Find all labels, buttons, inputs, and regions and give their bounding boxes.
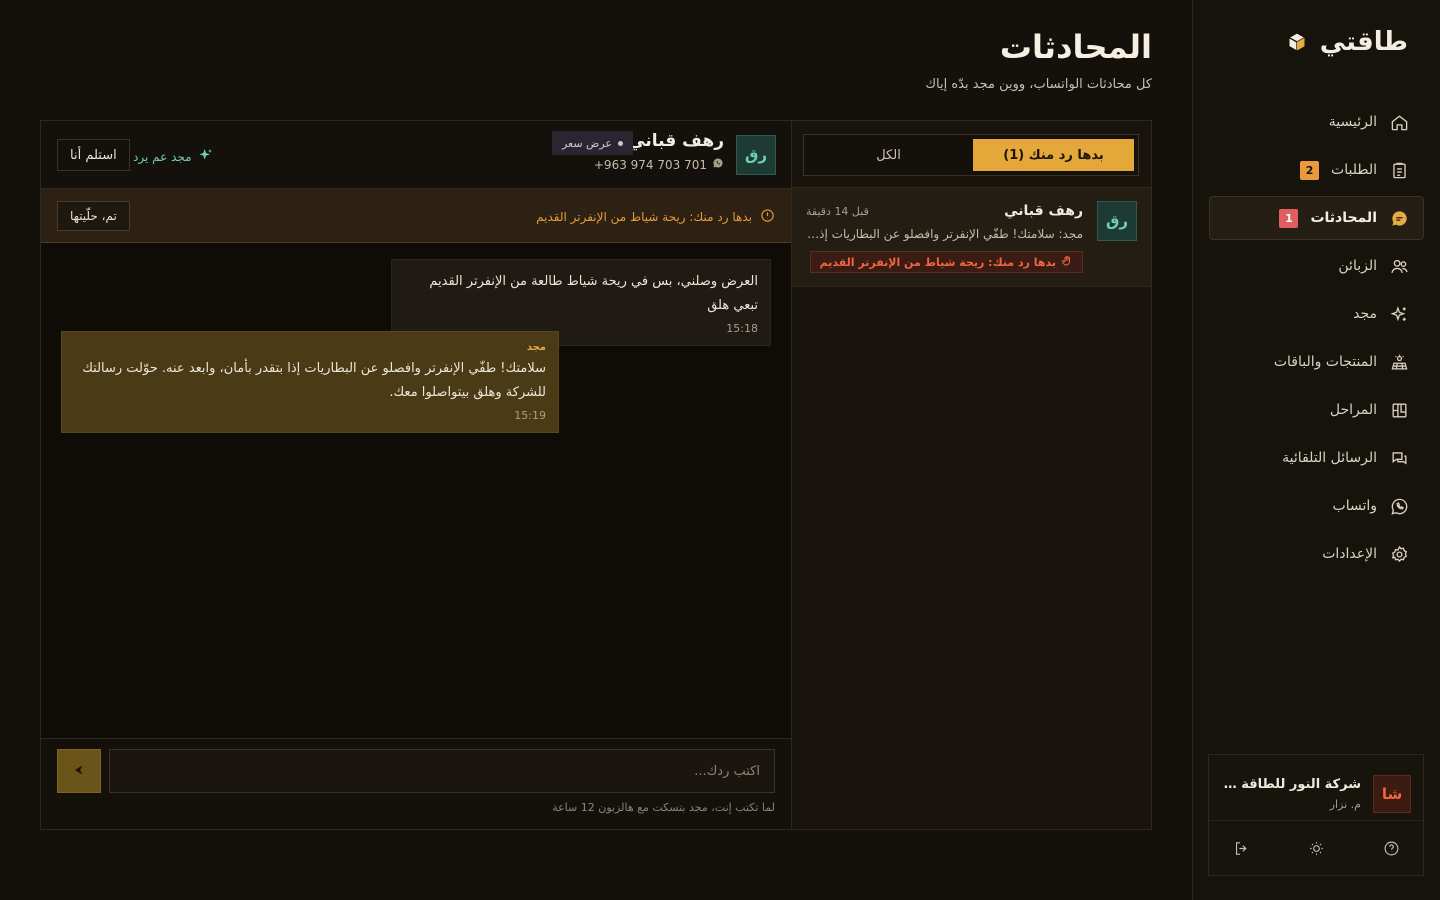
avatar: رق (1097, 201, 1137, 241)
sidebar-item-auto-messages[interactable]: الرسائل التلقائية (1209, 436, 1424, 480)
sparkle-icon (198, 147, 214, 166)
sidebar-item-customers[interactable]: الزبائن (1209, 244, 1424, 288)
conversation-time: قبل 14 دقيقة (806, 205, 869, 218)
conversation-preview: مجد: سلامتك! طفّي الإنفرتر وافصلو عن الب… (807, 227, 1083, 241)
sidebar-item-orders[interactable]: الطلبات 2 (1209, 148, 1424, 192)
sidebar-item-majd[interactable]: مجد (1209, 292, 1424, 336)
sidebar-item-stages[interactable]: المراحل (1209, 388, 1424, 432)
gear-icon (1389, 544, 1409, 564)
sidebar-item-label: الإعدادات (1322, 546, 1377, 562)
sidebar-item-label: المنتجات والباقات (1273, 354, 1377, 370)
reply-input[interactable] (109, 749, 775, 793)
org-name: شركة النور للطاقة الشمسية (1221, 776, 1361, 792)
org-card: شا شركة النور للطاقة الشمسية م. نزار (1208, 754, 1424, 876)
send-button[interactable] (57, 749, 101, 793)
page-title: المحادثات (999, 28, 1152, 66)
sidebar-item-label: الرسائل التلقائية (1282, 450, 1377, 466)
sidebar-item-home[interactable]: الرئيسية (1209, 100, 1424, 144)
outgoing-message: مجد سلامتك! طفّي الإنفرتر وافصلو عن البط… (61, 331, 559, 433)
ai-status-label: مجد عم يرد (133, 149, 192, 164)
send-icon (72, 762, 86, 781)
sidebar-item-products[interactable]: المنتجات والباقات (1209, 340, 1424, 384)
sidebar: طاقتي الرئيسية الطلبات 2 المحادثات 1 الز… (1192, 0, 1440, 900)
sidebar-nav: الرئيسية الطلبات 2 المحادثات 1 الزبائن م… (1209, 100, 1424, 580)
conversation-tabs: بدها رد منك (1) الكل (803, 134, 1139, 176)
chat-header: رق رهف قباني عرض سعر +963 974 703 701 مج… (41, 121, 791, 189)
conversation-name: رهف قباني (1004, 203, 1083, 219)
resolve-button[interactable]: تم، حلّيتها (57, 201, 130, 231)
clipboard-icon (1389, 160, 1409, 180)
sidebar-item-label: الزبائن (1338, 258, 1377, 274)
home-icon (1389, 112, 1409, 132)
kanban-icon (1389, 400, 1409, 420)
alert-circle-icon (760, 208, 775, 226)
sidebar-item-whatsapp[interactable]: واتساب (1209, 484, 1424, 528)
org-info[interactable]: شا شركة النور للطاقة الشمسية م. نزار (1209, 755, 1423, 821)
sidebar-item-label: الرئيسية (1328, 114, 1377, 130)
reply-composer: لما تكتب إنت، مجد بتسكت مع هالزبون 12 سا… (41, 738, 791, 829)
org-avatar: شا (1373, 774, 1411, 813)
hand-icon (1061, 255, 1073, 270)
preview-sender: مجد: (1058, 227, 1083, 241)
claim-conversation-button[interactable]: استلم أنا (57, 139, 130, 171)
sidebar-item-label: الطلبات (1331, 162, 1377, 178)
alert-text: بدها رد منك: ريحة شياط من الإنفرتر القدي… (536, 210, 752, 224)
flag-text: بدها رد منك: ريحة شياط من الإنفرتر القدي… (819, 255, 1056, 269)
conversations-panel: بدها رد منك (1) الكل رق رهف قباني قبل 14… (40, 120, 1152, 830)
sidebar-item-label: واتساب (1332, 498, 1377, 514)
message-time: 15:19 (514, 409, 546, 422)
solar-panel-icon (1389, 352, 1409, 372)
page-subtitle: كل محادثات الواتساب، ووين مجد بدّه إياك (925, 77, 1152, 92)
conversations-count-badge: 1 (1279, 208, 1299, 228)
conversation-list: بدها رد منك (1) الكل رق رهف قباني قبل 14… (791, 121, 1151, 829)
whatsapp-icon (712, 157, 724, 172)
phone-number: +963 974 703 701 (593, 157, 707, 172)
sidebar-item-conversations[interactable]: المحادثات 1 (1209, 196, 1424, 240)
tab-needs-reply[interactable]: بدها رد منك (1) (973, 139, 1134, 171)
chat-view: رق رهف قباني عرض سعر +963 974 703 701 مج… (41, 121, 791, 829)
stage-tag-label: عرض سعر (561, 136, 612, 150)
ai-replying-status: مجد عم يرد (133, 147, 214, 166)
logout-icon[interactable] (1231, 838, 1251, 858)
sidebar-item-label: مجد (1353, 306, 1377, 322)
sidebar-item-label: المراحل (1329, 402, 1377, 418)
chat-phone: +963 974 703 701 (594, 157, 724, 172)
message-sender: مجد (526, 342, 546, 353)
brand[interactable]: طاقتي (1286, 24, 1408, 60)
preview-text: سلامتك! طفّي الإنفرتر وافصلو عن البطاريا… (807, 227, 1055, 241)
chat-bubble-icon (1389, 208, 1409, 228)
brand-name: طاقتي (1319, 27, 1408, 57)
chat-contact-name: رهف قباني (628, 131, 724, 151)
composer-note: لما تكتب إنت، مجد بتسكت مع هالزبون 12 سا… (552, 801, 775, 814)
message-thread: العرض وصلني، بس في ريحة شياط طالعة من ال… (41, 243, 791, 738)
needs-reply-alert: بدها رد منك: ريحة شياط من الإنفرتر القدي… (41, 189, 791, 243)
org-actions (1209, 821, 1423, 875)
tab-all[interactable]: الكل (808, 139, 969, 171)
needs-reply-flag: بدها رد منك: ريحة شياط من الإنفرتر القدي… (809, 251, 1083, 273)
cube-logo-icon (1286, 31, 1308, 53)
org-user: م. نزار (1329, 797, 1361, 811)
list-item[interactable]: رق رهف قباني قبل 14 دقيقة مجد: سلامتك! ط… (792, 187, 1151, 287)
stage-tag[interactable]: عرض سعر (551, 131, 633, 155)
dot-icon (618, 140, 623, 146)
sun-icon[interactable] (1306, 838, 1326, 858)
alert-message: بدها رد منك: ريحة شياط من الإنفرتر القدي… (536, 208, 775, 226)
orders-count-badge: 2 (1300, 160, 1320, 180)
sparkle-icon (1389, 304, 1409, 324)
whatsapp-icon (1389, 496, 1409, 516)
users-icon (1389, 256, 1409, 276)
message-text: العرض وصلني، بس في ريحة شياط طالعة من ال… (429, 274, 758, 313)
messages-icon (1389, 448, 1409, 468)
avatar: رق (736, 135, 776, 175)
sidebar-item-settings[interactable]: الإعدادات (1209, 532, 1424, 576)
message-text: سلامتك! طفّي الإنفرتر وافصلو عن البطاريا… (82, 361, 546, 400)
sidebar-item-label: المحادثات (1310, 210, 1377, 226)
help-icon[interactable] (1381, 838, 1401, 858)
